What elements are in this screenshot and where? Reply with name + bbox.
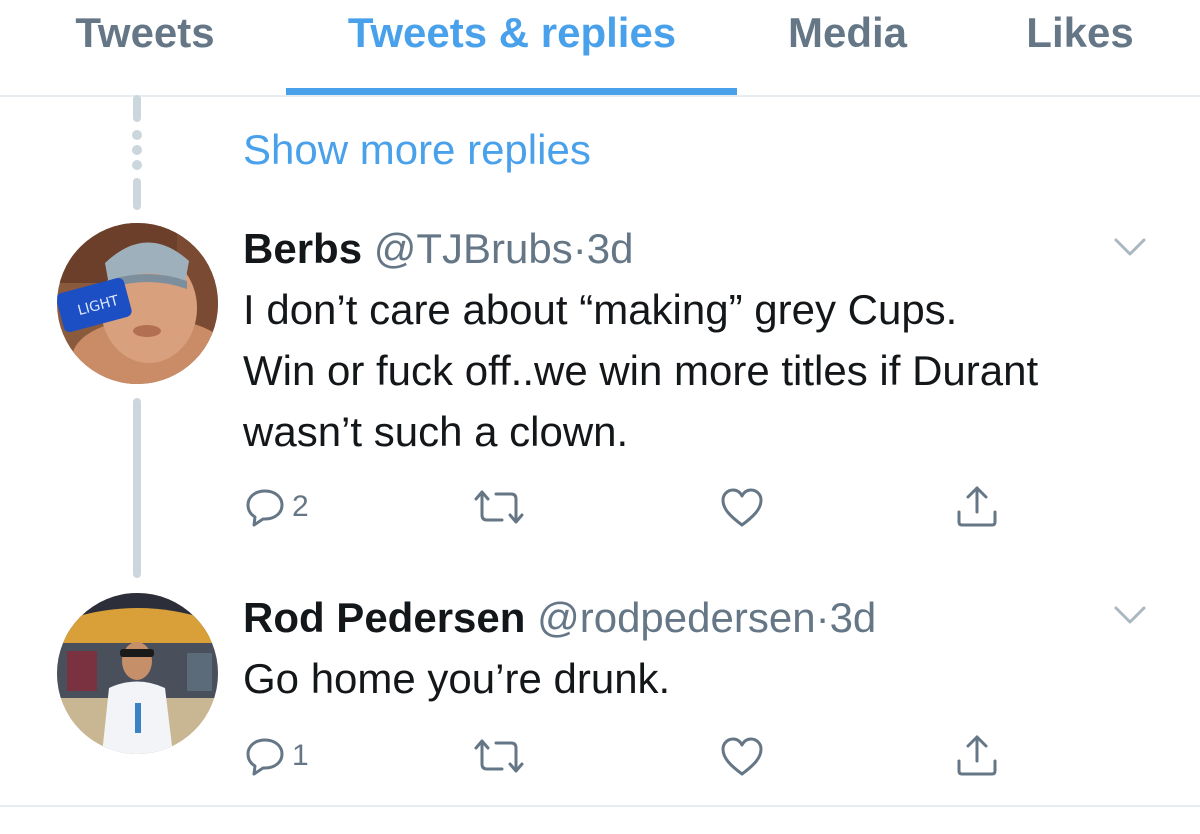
profile-tabs: Tweets Tweets & replies Media Likes <box>0 0 1200 97</box>
tweet-header: Berbs @TJBrubs·3d <box>243 228 633 270</box>
chevron-down-icon[interactable] <box>1110 232 1150 262</box>
tweet-text-line: I don’t care about “making” grey Cups. <box>243 286 958 333</box>
retweet-icon <box>474 739 524 773</box>
tweet-header: Rod Pedersen @rodpedersen·3d <box>243 597 876 639</box>
show-more-replies-link[interactable]: Show more replies <box>243 126 591 174</box>
thread-ellipsis <box>132 130 142 175</box>
chevron-down-icon[interactable] <box>1110 600 1150 630</box>
tab-media[interactable]: Media <box>760 0 935 95</box>
tab-tweets-and-replies[interactable]: Tweets & replies <box>296 0 728 95</box>
user-handle[interactable]: @TJBrubs <box>374 225 573 272</box>
reply-icon <box>246 489 284 527</box>
heart-icon <box>721 737 763 776</box>
meta-separator: · <box>572 225 587 272</box>
avatar[interactable]: LIGHT <box>57 223 218 384</box>
like-button[interactable] <box>720 487 764 529</box>
user-handle[interactable]: @rodpedersen <box>537 594 815 641</box>
thread-line-top <box>133 95 141 122</box>
retweet-icon <box>474 490 524 524</box>
share-button[interactable] <box>955 733 999 777</box>
tweet-text: Go home you’re drunk. <box>243 648 1173 709</box>
tweet-time[interactable]: 3d <box>830 594 877 641</box>
user-avatar-drinking-can-icon: LIGHT <box>57 223 218 384</box>
reply-icon <box>246 738 284 776</box>
thread-line-mid <box>133 178 141 210</box>
reply-button[interactable]: 2 <box>244 486 309 528</box>
reply-count: 1 <box>292 739 309 772</box>
thread-line-connector <box>133 398 141 578</box>
heart-icon <box>721 488 763 527</box>
share-icon <box>957 486 997 527</box>
meta-separator: · <box>815 594 830 641</box>
avatar[interactable] <box>57 593 218 754</box>
user-avatar-stadium-icon <box>57 593 218 754</box>
share-button[interactable] <box>955 484 999 528</box>
tweet-text: I don’t care about “making” grey Cups. W… <box>243 279 1173 462</box>
divider <box>0 805 1200 807</box>
active-tab-indicator <box>286 88 737 95</box>
tweet-text-line: Win or fuck off..we win more titles if D… <box>243 347 1039 394</box>
like-button[interactable] <box>720 736 764 778</box>
tab-likes[interactable]: Likes <box>1005 0 1155 95</box>
tweet-text-line: Go home you’re drunk. <box>243 655 671 702</box>
tweet-time[interactable]: 3d <box>587 225 634 272</box>
share-icon <box>957 735 997 776</box>
reply-count: 2 <box>292 490 309 523</box>
tab-tweets[interactable]: Tweets <box>40 0 250 95</box>
reply-button[interactable]: 1 <box>244 735 309 777</box>
tweet-text-line: wasn’t such a clown. <box>243 408 629 455</box>
display-name[interactable]: Rod Pedersen <box>243 594 525 641</box>
retweet-button[interactable] <box>474 487 524 527</box>
retweet-button[interactable] <box>474 736 524 776</box>
display-name[interactable]: Berbs <box>243 225 362 272</box>
